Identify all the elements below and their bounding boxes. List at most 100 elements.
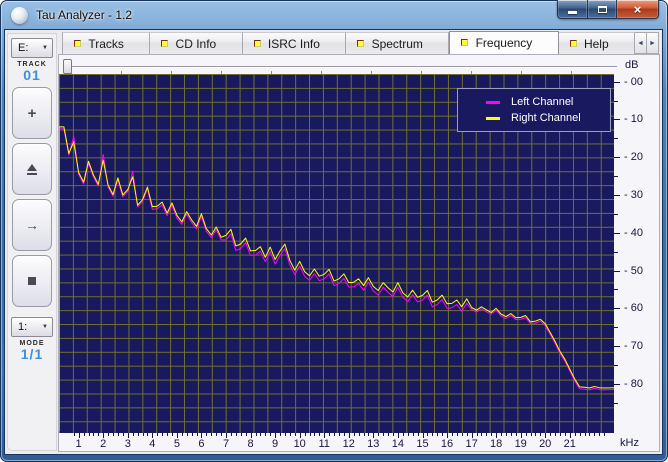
x-tick-minor: [132, 433, 134, 436]
x-tick-minor: [265, 433, 267, 436]
x-tick-minor: [535, 433, 537, 436]
x-tick-minor: [599, 433, 601, 436]
plus-icon: +: [27, 104, 37, 122]
drive-select[interactable]: E: ▼: [11, 38, 53, 58]
x-tick-minor: [461, 433, 463, 436]
tab-help[interactable]: Help: [558, 32, 635, 54]
app-window: Tau Analyzer - 1.2 × Tracks CD Info ISRC…: [0, 0, 668, 462]
maximize-icon: [597, 5, 607, 13]
tab-label: Spectrum: [371, 36, 423, 51]
x-tick-minor: [137, 433, 139, 436]
tab-label: CD Info: [175, 36, 217, 51]
arrow-left-icon: ◄: [637, 39, 644, 47]
x-tick-minor: [466, 433, 468, 436]
x-tick-minor: [486, 433, 488, 436]
x-tick-minor: [358, 433, 360, 436]
mode-group: 1: ▼ MODE 1/1: [11, 313, 53, 362]
tab-scroll-right-button[interactable]: ►: [646, 32, 659, 54]
x-tick-minor: [437, 433, 439, 436]
x-tick-minor: [314, 433, 316, 436]
add-button[interactable]: +: [12, 87, 52, 140]
x-tick-minor: [501, 433, 502, 436]
tab-isrc-info[interactable]: ISRC Info: [242, 32, 347, 54]
x-tick-minor: [412, 433, 414, 436]
legend-item-left: Left Channel: [486, 94, 610, 110]
x-tick-label: 17: [465, 438, 478, 450]
mode-select-value: 1:: [18, 321, 28, 334]
x-tick-minor: [417, 433, 419, 436]
x-tick-minor: [98, 433, 100, 436]
x-tick-minor: [476, 433, 478, 436]
x-tick-minor: [221, 433, 223, 436]
tab-tracks[interactable]: Tracks: [62, 32, 151, 54]
y-tick-label: - 80: [624, 377, 643, 390]
tab-label: Help: [583, 36, 609, 51]
y-tick-label: - 60: [624, 302, 643, 315]
tab-label: Frequency: [475, 36, 533, 50]
y-axis: - 00 - 10 - 20 - 30 - 40 - 50 - 60 - 70 - 80: [614, 74, 662, 433]
x-tick-label: 12: [342, 438, 355, 450]
y-tick-label: - 10: [624, 113, 643, 126]
y-tick: [614, 232, 620, 234]
x-tick-minor: [383, 433, 385, 436]
x-tick-minor: [432, 433, 434, 436]
x-tick-minor: [147, 433, 149, 436]
x-tick-minor: [378, 433, 380, 436]
tab-spectrum[interactable]: Spectrum: [346, 32, 450, 54]
track-number: 01: [23, 67, 41, 83]
x-tick-minor: [270, 433, 272, 436]
tab-bar: Tracks CD Info ISRC Info Spectrum Freque…: [62, 31, 659, 54]
x-tick-minor: [579, 433, 581, 436]
x-tick-minor: [604, 433, 606, 436]
maximize-button[interactable]: [587, 0, 616, 19]
x-tick-minor: [319, 433, 321, 436]
x-tick-label: 4: [149, 438, 156, 450]
y-tick: [614, 81, 620, 83]
stop-icon: [28, 277, 36, 286]
y-tick-minor: [614, 100, 618, 102]
close-button[interactable]: ×: [616, 0, 659, 19]
x-tick-minor: [451, 433, 453, 436]
slider-groove[interactable]: [69, 66, 617, 68]
right-channel-line-icon: [486, 116, 500, 120]
x-tick-label: 9: [272, 438, 279, 450]
x-tick-minor: [574, 433, 576, 436]
tab-led-icon: [253, 39, 261, 47]
y-tick-minor: [614, 289, 618, 291]
x-tick-label: 13: [367, 438, 380, 450]
x-tick-minor: [211, 433, 213, 436]
tab-cd-info[interactable]: CD Info: [150, 32, 243, 54]
x-tick-label: 18: [489, 438, 503, 450]
y-tick: [614, 346, 620, 348]
tab-led-icon: [357, 39, 365, 47]
x-tick-minor: [564, 433, 566, 436]
tab-scroll-left-button[interactable]: ◄: [634, 32, 647, 54]
x-tick-minor: [505, 433, 507, 436]
y-tick-minor: [614, 402, 618, 404]
y-tick: [614, 308, 620, 310]
y-tick-label: - 50: [624, 264, 643, 277]
mode-select[interactable]: 1: ▼: [11, 317, 53, 338]
y-tick: [614, 383, 620, 385]
stop-button[interactable]: [12, 255, 52, 308]
y-tick-minor: [614, 176, 618, 177]
x-tick-label: 15: [416, 438, 429, 450]
frequency-panel: dB kHz Left Channel Right Channel - 00- …: [58, 54, 660, 452]
y-tick: [614, 119, 620, 121]
x-tick-minor: [122, 433, 124, 436]
y-tick-label: - 20: [624, 151, 643, 164]
tab-label: ISRC Info: [267, 36, 320, 51]
tab-frequency[interactable]: Frequency: [449, 31, 559, 54]
x-tick-minor: [427, 433, 429, 436]
x-tick-label: 6: [198, 438, 205, 450]
eject-button[interactable]: [12, 143, 52, 196]
y-tick: [614, 157, 620, 159]
x-tick-label: 5: [173, 438, 180, 450]
x-tick-minor: [304, 433, 306, 436]
next-track-button[interactable]: →: [12, 199, 52, 252]
y-tick-minor: [614, 213, 618, 215]
y-tick-label: - 70: [624, 340, 643, 353]
x-tick-minor: [157, 433, 159, 436]
minimize-button[interactable]: [557, 0, 587, 19]
close-icon: ×: [633, 1, 642, 17]
